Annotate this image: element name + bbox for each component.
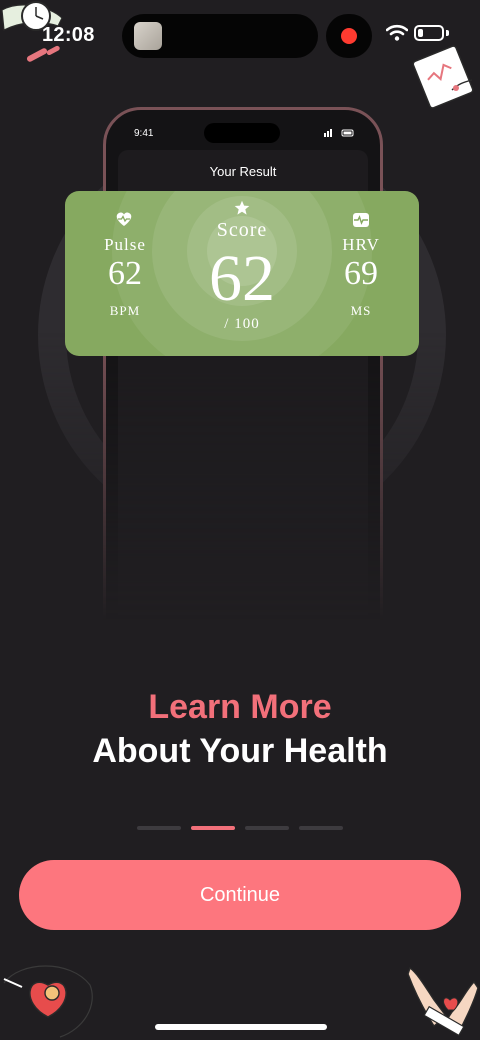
phone-dynamic-island (204, 123, 280, 143)
hands-heart-illustration-icon (407, 966, 479, 1037)
result-card: Pulse 62 BPM Score 62 / 100 HRV 69 MS (65, 191, 419, 356)
pulse-label: Pulse (104, 235, 146, 254)
hrv-label: HRV (342, 235, 380, 254)
home-indicator[interactable] (155, 1024, 327, 1030)
onboarding-pager (137, 826, 347, 832)
continue-button[interactable]: Continue (19, 860, 461, 930)
pager-dot-active[interactable] (191, 826, 235, 830)
headline-main: About Your Health (92, 732, 388, 770)
heart-shield-illustration-icon (3, 965, 93, 1038)
hrv-unit: MS (350, 303, 372, 318)
score-value: 62 (209, 242, 275, 315)
pager-dot[interactable] (245, 826, 289, 830)
score-label: Score (216, 219, 268, 241)
score-out-of: / 100 (224, 316, 260, 332)
hrv-value: 69 (344, 255, 378, 292)
headline-accent: Learn More (148, 688, 332, 726)
phone-status-icons (324, 129, 354, 137)
star-icon (234, 200, 250, 215)
hrv-monitor-icon (353, 213, 369, 227)
pager-dot[interactable] (137, 826, 181, 830)
result-sheet-title: Your Result (209, 164, 277, 179)
pulse-value: 62 (108, 255, 142, 292)
phone-status-time: 9:41 (134, 128, 154, 139)
pulse-unit: BPM (109, 303, 141, 318)
heart-pulse-icon (116, 212, 132, 226)
pager-dot[interactable] (299, 826, 343, 830)
